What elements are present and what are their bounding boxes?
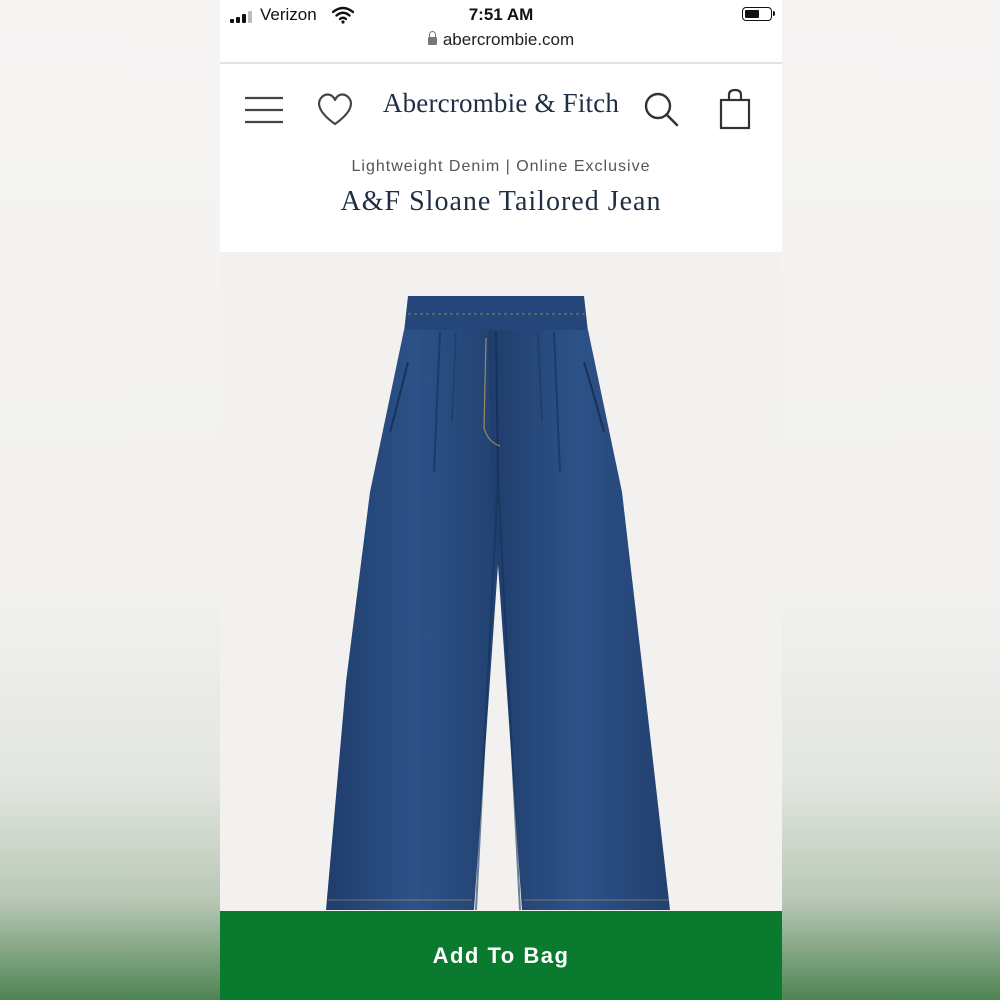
blurred-background-left — [0, 0, 220, 1000]
url-text: abercrombie.com — [442, 30, 575, 49]
address-bar[interactable]: abercrombie.com — [220, 30, 782, 50]
product-eyebrow: Lightweight Denim | Online Exclusive — [351, 158, 651, 175]
search-icon[interactable] — [643, 91, 679, 130]
status-bar: Verizon 7:51 AM — [220, 0, 782, 32]
phone-screen: Verizon 7:51 AM abercrombie.com Abercrom… — [220, 0, 782, 1000]
brand-logo[interactable]: Abercrombie & Fitch — [360, 88, 642, 119]
heart-icon[interactable] — [316, 92, 354, 129]
product-title: A&F Sloane Tailored Jean — [340, 186, 662, 217]
add-to-bag-button[interactable]: Add To Bag — [220, 911, 782, 1000]
blurred-background-right — [780, 0, 1000, 1000]
shopping-bag-icon[interactable] — [719, 88, 751, 133]
product-image[interactable] — [220, 252, 782, 912]
site-header: Abercrombie & Fitch — [220, 64, 782, 154]
jeans-image — [326, 296, 670, 911]
battery-icon — [742, 7, 775, 21]
lock-icon — [427, 31, 437, 45]
status-time: 7:51 AM — [468, 5, 534, 24]
menu-icon[interactable] — [244, 96, 284, 127]
